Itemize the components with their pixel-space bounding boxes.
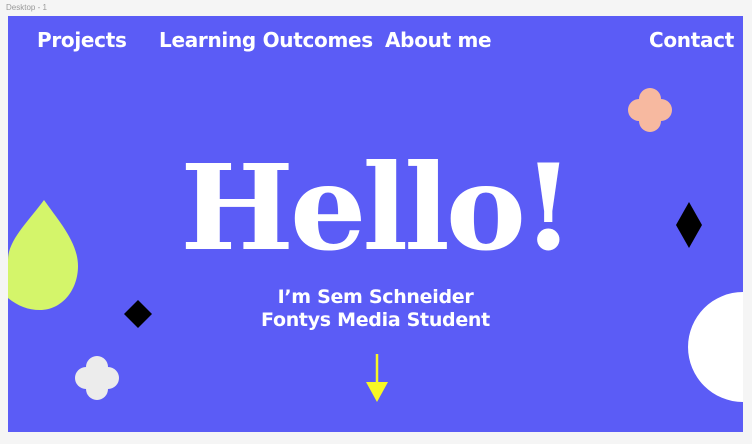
arrow-down-icon[interactable] [366, 354, 388, 402]
main-nav: Projects Learning Outcomes About me Cont… [8, 28, 743, 58]
frame-label: Desktop - 1 [6, 3, 47, 12]
peach-flower-decoration [628, 88, 672, 132]
hero-role: Fontys Media Student [261, 309, 490, 331]
desktop-frame: Projects Learning Outcomes About me Cont… [8, 16, 743, 432]
hero-name: I’m Sem Schneider [277, 286, 474, 308]
nav-projects-link[interactable]: Projects [37, 28, 127, 52]
nav-about-me-link[interactable]: About me [385, 28, 492, 52]
nav-learning-outcomes-link[interactable]: Learning Outcomes [159, 28, 373, 52]
nav-contact-link[interactable]: Contact [649, 28, 734, 52]
light-flower-decoration [75, 356, 119, 400]
hero-title: Hello! [180, 138, 574, 277]
